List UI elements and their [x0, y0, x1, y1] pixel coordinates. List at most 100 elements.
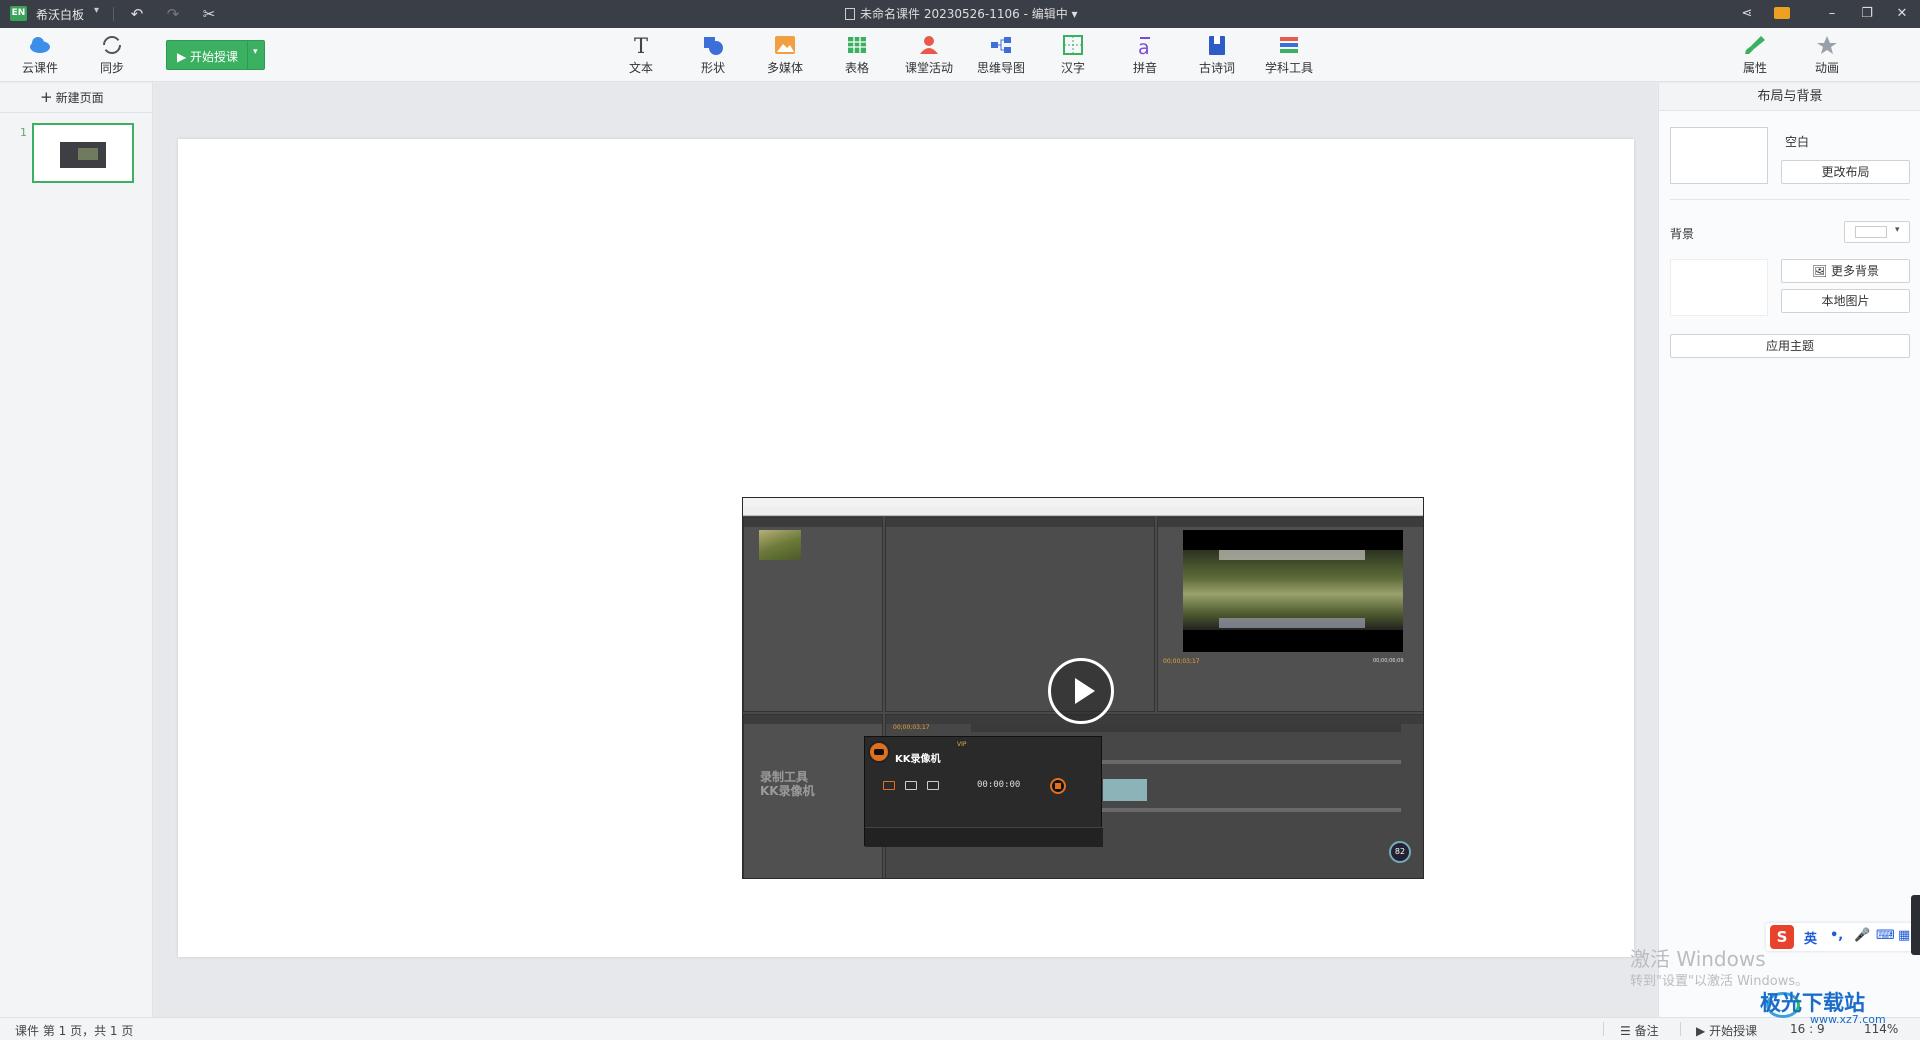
play-icon: ▶	[1696, 1024, 1706, 1038]
timeline-ruler	[971, 724, 1401, 732]
document-icon	[845, 8, 855, 20]
media-tool-button[interactable]: 多媒体	[755, 34, 815, 76]
layout-preview[interactable]	[1670, 127, 1768, 184]
ime-toolbar[interactable]: S 英 •, 🎤 ⌨ ▦	[1766, 923, 1920, 951]
grid-icon[interactable]: ▦	[1898, 928, 1910, 943]
cpu-meter: 82	[1389, 841, 1411, 863]
cloud-courseware-button[interactable]: 云课件	[10, 34, 70, 76]
window-menu-bar	[743, 507, 1423, 516]
pinyin-tool-button[interactable]: a 拼音	[1115, 34, 1175, 76]
timecode-right: 00;00;06;09	[1373, 658, 1404, 664]
divider	[0, 112, 153, 113]
redo-icon[interactable]: ↷	[162, 3, 184, 25]
chevron-down-icon[interactable]: ▾	[94, 5, 99, 16]
minimize-icon[interactable]: –	[1820, 3, 1844, 25]
game-icon[interactable]	[927, 781, 939, 790]
brand-url: www.xz7.com	[1810, 1013, 1886, 1026]
punctuation-icon[interactable]: •,	[1830, 928, 1843, 943]
mail-icon[interactable]	[1774, 7, 1790, 19]
tab-properties[interactable]: 属性	[1725, 34, 1785, 76]
side-handle[interactable]	[1911, 895, 1920, 955]
tab-animation[interactable]: 动画	[1797, 34, 1857, 76]
title-bar: EN 希沃白板 ▾ ↶ ↷ ✂ 未命名课件 20230526-1106 - 编辑…	[0, 0, 1920, 28]
notes-button[interactable]: ☰ 备注	[1620, 1022, 1659, 1039]
background-preview[interactable]	[1670, 259, 1768, 316]
mindmap-tool-button[interactable]: 思维导图	[971, 34, 1031, 76]
keyboard-icon[interactable]: ⌨	[1876, 928, 1895, 943]
vip-badge: VIP	[957, 741, 967, 748]
properties-pane: 布局与背景 空白 更改布局 背景 ▾ 🖼 更多背景 本地图片 应用主题	[1658, 83, 1920, 1017]
sync-icon	[100, 34, 124, 56]
activation-watermark: 激活 Windows	[1630, 947, 1766, 971]
shape-icon	[701, 34, 725, 56]
embedded-screenshot[interactable]: 00;00;03;17 00;00;06;09 00;00;03;17 VIP …	[742, 497, 1424, 879]
apply-theme-button[interactable]: 应用主题	[1670, 334, 1910, 358]
watermark-text: KK录像机	[760, 784, 815, 798]
subject-tools-button[interactable]: 学科工具	[1259, 34, 1319, 76]
image-icon: 🖼	[1811, 264, 1828, 278]
poem-tool-button[interactable]: 古诗词	[1187, 34, 1247, 76]
plus-icon: +	[40, 88, 53, 106]
slide-thumbnail[interactable]	[32, 123, 134, 183]
undo-icon[interactable]: ↶	[126, 3, 148, 25]
recorder-window[interactable]: VIP KK录像机 00:00:00	[864, 736, 1103, 847]
star-icon	[1815, 34, 1839, 56]
pane-title: 布局与背景	[1659, 83, 1920, 111]
text-tool-button[interactable]: T 文本	[611, 34, 671, 76]
poem-icon	[1205, 34, 1229, 56]
subject-tools-icon	[1277, 34, 1301, 56]
window-title-bar	[743, 498, 1423, 507]
sogou-icon: S	[1770, 925, 1794, 949]
close-icon[interactable]: ✕	[1890, 3, 1914, 25]
monitor-icon[interactable]	[905, 781, 917, 790]
share-icon[interactable]: ⋖	[1735, 3, 1759, 25]
sync-button[interactable]: 同步	[82, 34, 142, 76]
layout-name: 空白	[1785, 135, 1810, 149]
new-page-button[interactable]: + 新建页面	[40, 88, 104, 106]
screen-mode-icon[interactable]	[883, 781, 895, 790]
more-background-button[interactable]: 🖼 更多背景	[1781, 259, 1910, 283]
background-label: 背景	[1670, 227, 1695, 241]
timeline-timecode: 00;00;03;17	[893, 724, 930, 731]
source-panel	[885, 517, 1155, 712]
change-layout-button[interactable]: 更改布局	[1781, 160, 1910, 184]
chevron-down-icon: ▾	[1895, 225, 1900, 235]
canvas-area: 00;00;03;17 00;00;06;09 00;00;03;17 VIP …	[154, 83, 1657, 1017]
activity-icon	[917, 34, 941, 56]
slide-list-pane: + 新建页面 1	[0, 83, 153, 1017]
play-icon[interactable]	[1048, 658, 1114, 724]
status-bar: 课件 第 1 页，共 1 页 ☰ 备注 ▶ 开始授课 16 : 9 114%	[0, 1017, 1920, 1040]
scissors-icon[interactable]: ✂	[198, 3, 220, 25]
divider	[1680, 1022, 1681, 1036]
restore-icon[interactable]: ❐	[1855, 3, 1879, 25]
document-title[interactable]: 未命名课件 20230526-1106 - 编辑中 ▾	[845, 5, 1078, 22]
brush-icon	[1743, 34, 1767, 56]
record-button[interactable]	[1050, 778, 1066, 794]
hanzi-icon	[1061, 34, 1085, 56]
slide-number: 1	[20, 126, 27, 139]
local-image-button[interactable]: 本地图片	[1781, 289, 1910, 313]
color-swatch	[1855, 226, 1887, 238]
cloud-icon	[28, 34, 52, 56]
svg-text:a: a	[1138, 37, 1150, 56]
start-class-button[interactable]: ▶ 开始授课 ▾	[166, 40, 265, 70]
divider	[1603, 1022, 1604, 1036]
slide-canvas[interactable]: 00;00;03;17 00;00;06;09 00;00;03;17 VIP …	[178, 139, 1634, 957]
notes-icon: ☰	[1620, 1024, 1631, 1038]
background-color-picker[interactable]: ▾	[1844, 221, 1910, 243]
start-class-status-button[interactable]: ▶ 开始授课	[1696, 1022, 1757, 1039]
clip-thumbnail	[759, 530, 801, 560]
ime-language[interactable]: 英	[1804, 928, 1817, 947]
activity-tool-button[interactable]: 课堂活动	[899, 34, 959, 76]
chevron-down-icon[interactable]: ▾	[253, 47, 258, 57]
table-icon	[845, 34, 869, 56]
thumbnail-image	[60, 142, 106, 168]
shape-tool-button[interactable]: 形状	[683, 34, 743, 76]
table-tool-button[interactable]: 表格	[827, 34, 887, 76]
app-name[interactable]: 希沃白板	[36, 6, 84, 23]
recorder-time: 00:00:00	[977, 780, 1021, 790]
microphone-icon[interactable]: 🎤	[1854, 928, 1870, 943]
mindmap-icon	[989, 34, 1013, 56]
divider	[113, 7, 114, 21]
hanzi-tool-button[interactable]: 汉字	[1043, 34, 1103, 76]
